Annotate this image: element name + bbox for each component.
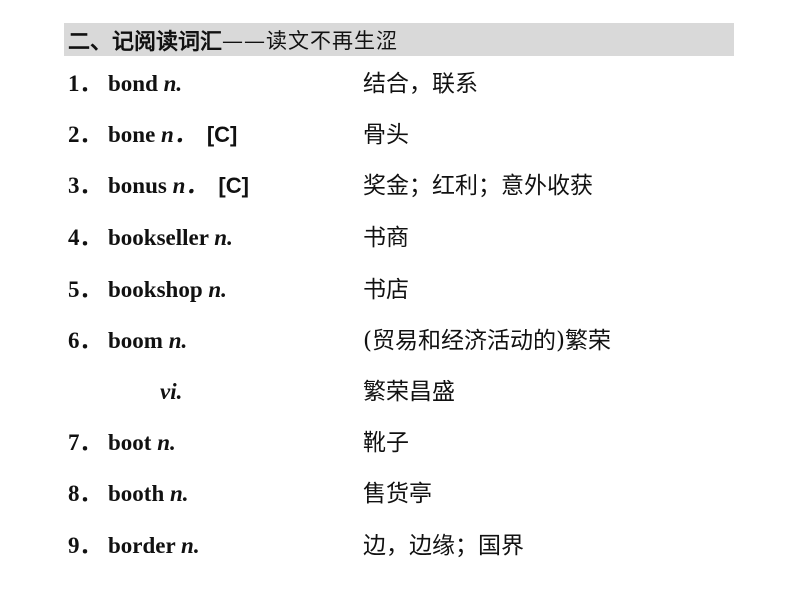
entry-number: 3． — [68, 173, 103, 198]
part-of-speech: n. — [170, 481, 189, 506]
vocab-term: 5． bookshop n. — [68, 270, 227, 310]
vocab-entry: 1． bond n. 结合，联系 — [0, 64, 794, 104]
vocab-entry-sub: vi. 繁荣昌盛 — [0, 372, 794, 412]
vocab-entry: 4． bookseller n. 书商 — [0, 218, 794, 258]
entry-meaning: 书店 — [363, 277, 409, 303]
part-of-speech: n． — [172, 173, 209, 198]
entry-word: bookseller — [108, 225, 215, 250]
countable-tag: [C] — [218, 173, 249, 198]
entry-meaning: 繁荣昌盛 — [363, 379, 455, 405]
vocab-term: 9． border n. — [68, 526, 200, 566]
entry-word: boom — [108, 328, 169, 353]
vocab-term: 2． bone n． [C] — [68, 115, 237, 155]
vocab-entry: 9． border n. 边，边缘；国界 — [0, 526, 794, 566]
countable-tag: [C] — [206, 122, 238, 147]
part-of-speech: n. — [157, 430, 176, 455]
entry-word: bone — [108, 122, 162, 147]
entry-meaning: 骨头 — [363, 122, 409, 148]
vocab-term: 7． boot n. — [68, 423, 176, 463]
entry-number: 5． — [68, 277, 103, 302]
vocab-term: 8． booth n. — [68, 474, 189, 514]
vocab-term: 6． boom n. — [68, 321, 187, 361]
entry-number: 2． — [68, 122, 103, 147]
entry-meaning: (贸易和经济活动的)繁荣 — [363, 328, 611, 354]
part-of-speech: n. — [168, 328, 188, 353]
entry-number: 4． — [68, 225, 103, 250]
vocab-entry: 2． bone n． [C] 骨头 — [0, 115, 794, 155]
entry-meaning: 结合，联系 — [363, 71, 478, 97]
vocab-list: 1． bond n. 结合，联系 2． bone n． [C] 骨头 3． bonus … — [0, 0, 794, 596]
vocab-entry: 8． booth n. 售货亭 — [0, 474, 794, 514]
entry-number: 8． — [68, 481, 103, 506]
part-of-speech: n. — [163, 71, 183, 96]
vocab-entry: 7． boot n. 靴子 — [0, 423, 794, 463]
entry-meaning: 书商 — [363, 225, 409, 251]
entry-meaning: 售货亭 — [363, 481, 432, 507]
entry-number: 9． — [68, 533, 103, 558]
part-of-speech: n. — [181, 533, 200, 558]
vocab-term: 3． bonus n． [C] — [68, 166, 249, 206]
entry-number: 6． — [68, 328, 103, 353]
entry-number: 1． — [68, 71, 103, 96]
vocab-entry: 6． boom n. (贸易和经济活动的)繁荣 — [0, 321, 794, 361]
entry-word: bonus — [108, 173, 173, 198]
entry-number: 7． — [68, 430, 103, 455]
entry-meaning: 边，边缘；国界 — [363, 533, 524, 559]
vocab-term: 4． bookseller n. — [68, 218, 233, 258]
part-of-speech: n. — [208, 277, 227, 302]
part-of-speech: n． — [161, 122, 197, 147]
entry-meaning: 奖金；红利；意外收获 — [363, 173, 593, 199]
vocab-entry: 5． bookshop n. 书店 — [0, 270, 794, 310]
entry-word: bond — [108, 71, 164, 96]
entry-word: booth — [108, 481, 170, 506]
entry-word: boot — [108, 430, 158, 455]
part-of-speech: vi. — [160, 379, 183, 404]
entry-meaning: 靴子 — [363, 430, 409, 456]
vocab-term: 1． bond n. — [68, 64, 182, 104]
vocab-entry: 3． bonus n． [C] 奖金；红利；意外收获 — [0, 166, 794, 206]
part-of-speech: n. — [214, 225, 233, 250]
entry-word: bookshop — [108, 277, 209, 302]
entry-word: border — [108, 533, 182, 558]
